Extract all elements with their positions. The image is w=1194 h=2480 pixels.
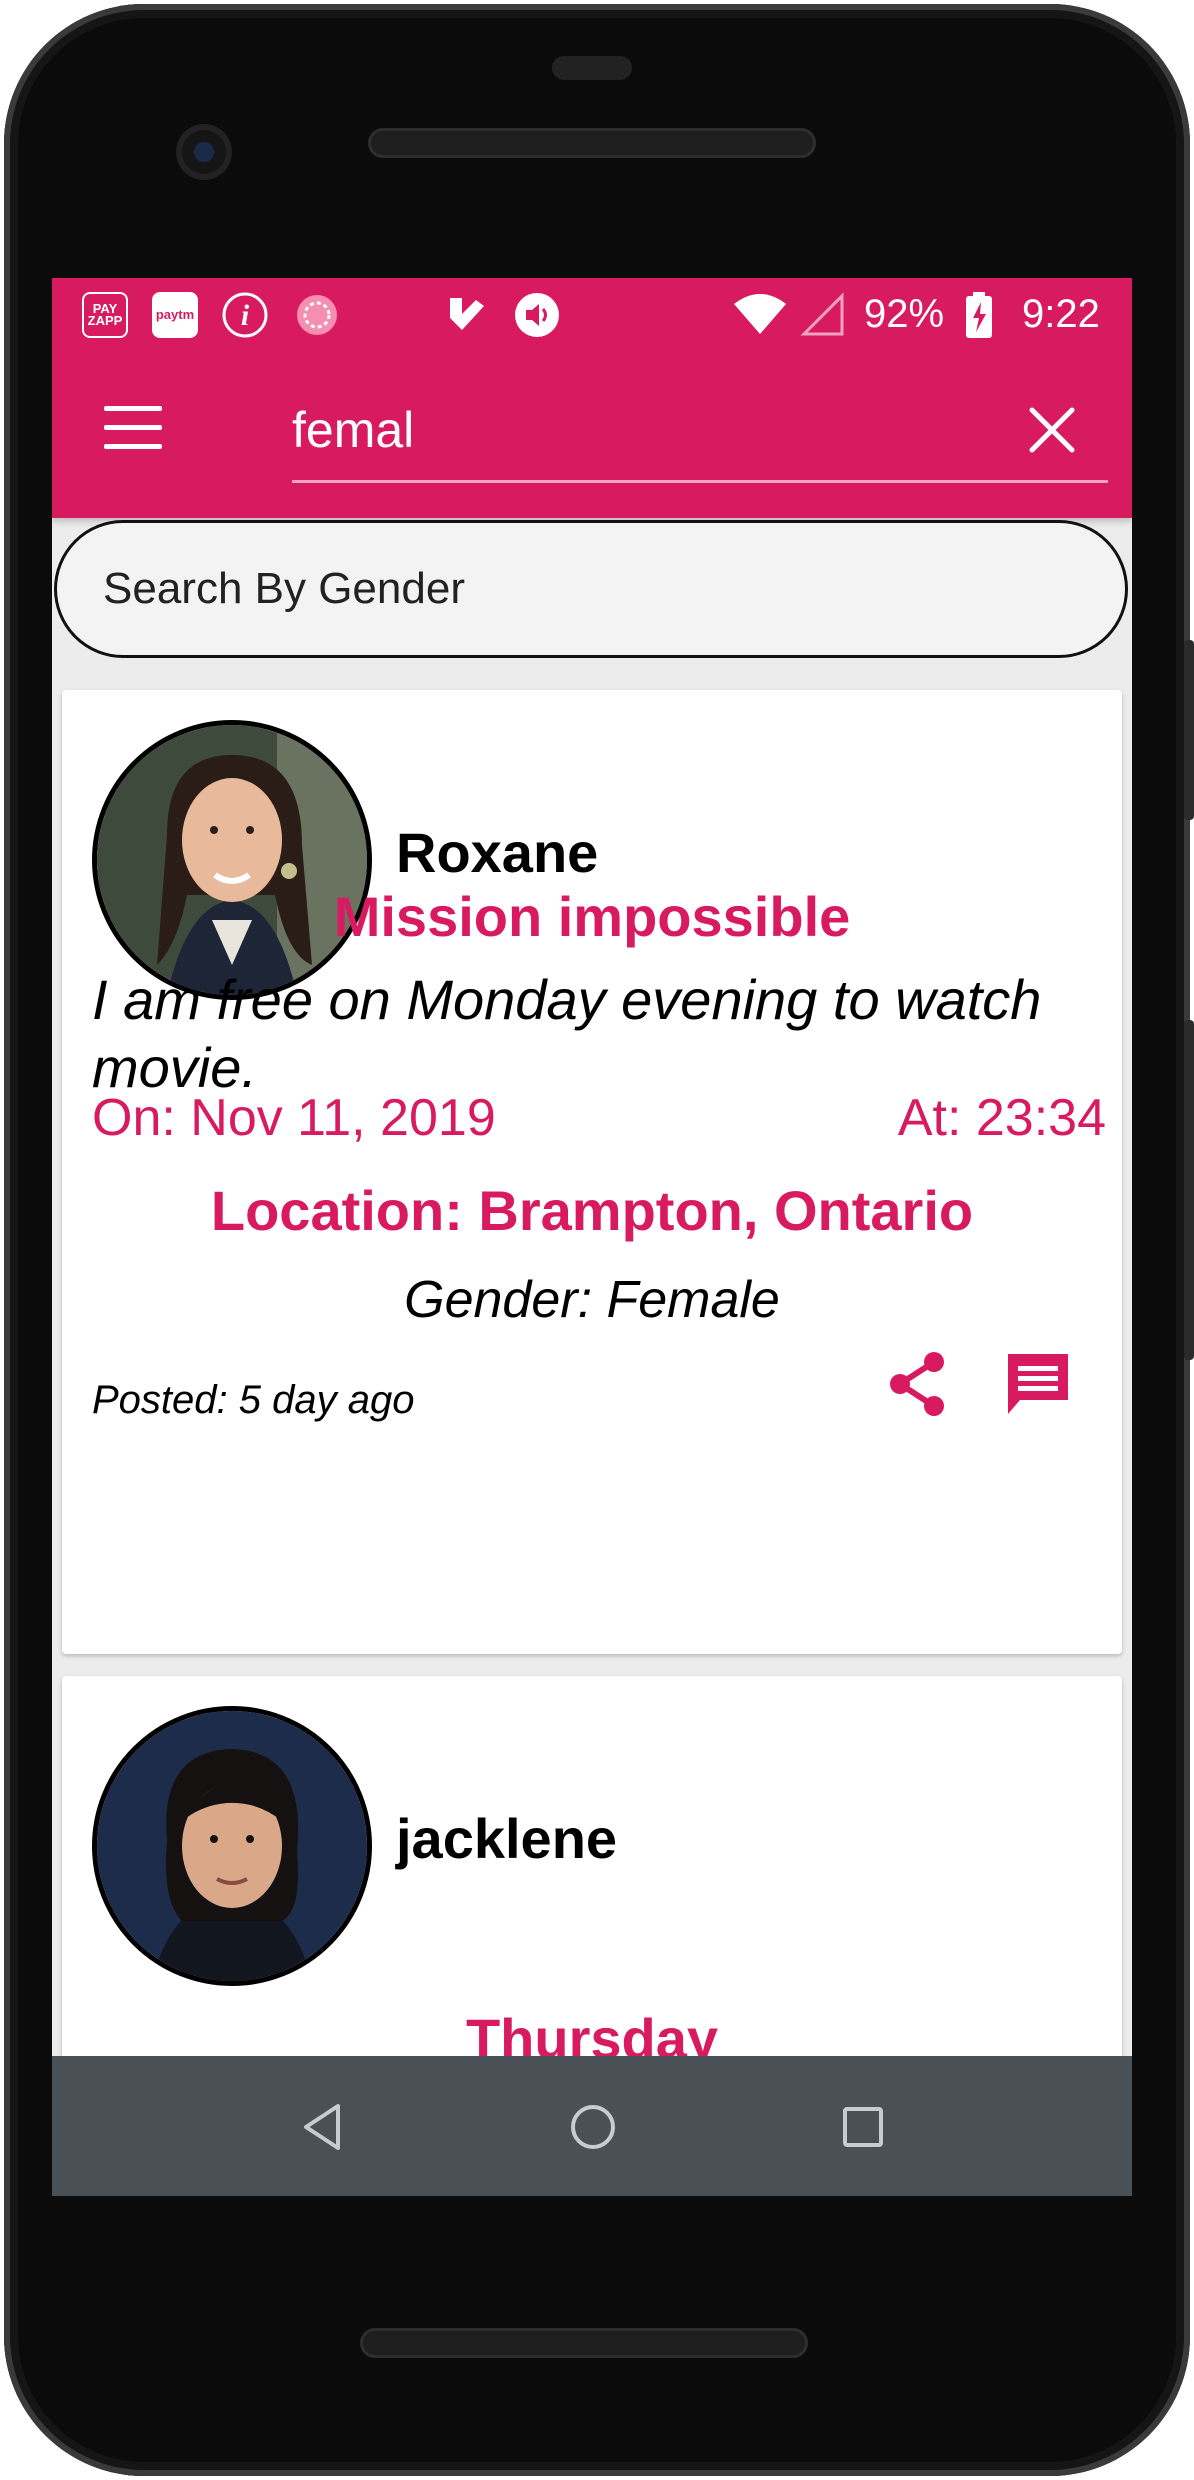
top-speaker: [368, 128, 816, 158]
post-time: At: 23:34: [897, 1089, 1106, 1147]
share-icon[interactable]: [882, 1348, 954, 1420]
user-name[interactable]: jacklene: [396, 1806, 617, 1871]
volume-icon: [515, 293, 559, 337]
volume-button: [1184, 1020, 1194, 1360]
search-by-gender-field[interactable]: Search By Gender: [54, 520, 1128, 658]
post-location: Location: Brampton, Ontario: [210, 1179, 974, 1242]
front-camera: [176, 124, 232, 180]
bottom-speaker: [360, 2328, 808, 2358]
home-circle-icon[interactable]: [558, 2092, 628, 2162]
paytm-icon: paytm: [152, 292, 198, 338]
app-toolbar: femal: [52, 350, 1132, 518]
clock: 9:22: [1022, 292, 1100, 336]
cell-signal-icon: [800, 292, 844, 336]
post-title: Mission impossible: [333, 885, 851, 948]
imobile-icon: i: [222, 292, 268, 338]
message-icon[interactable]: [1002, 1348, 1074, 1420]
battery-charging-icon: [966, 292, 992, 338]
avatar[interactable]: [92, 720, 372, 1000]
hamburger-menu-icon[interactable]: [104, 406, 164, 456]
close-icon[interactable]: [1022, 400, 1082, 460]
power-button: [1184, 640, 1194, 820]
vote-check-icon: [450, 298, 484, 330]
earpiece: [552, 56, 632, 80]
payzapp-icon: PAY ZAPP: [82, 292, 128, 338]
posted-time: Posted: 5 day ago: [92, 1378, 415, 1422]
wifi-icon: [734, 294, 786, 334]
back-triangle-icon[interactable]: [288, 2092, 358, 2162]
svg-text:i: i: [241, 299, 250, 332]
system-nav-bar: [52, 2056, 1132, 2196]
post-card[interactable]: Roxane Mission impossible I am free on M…: [62, 690, 1122, 1654]
post-date: On: Nov 11, 2019: [92, 1089, 496, 1147]
recents-square-icon[interactable]: [828, 2092, 898, 2162]
avatar[interactable]: [92, 1706, 372, 1986]
user-name[interactable]: Roxane: [396, 820, 598, 885]
sync-app-icon: [297, 295, 337, 335]
search-underline: [292, 480, 1108, 483]
search-input[interactable]: femal: [292, 390, 1052, 470]
screen: PAY ZAPP paytm i 92% 9:22 femal Search B…: [52, 278, 1132, 2196]
post-description: I am free on Monday evening to watch mov…: [92, 968, 1042, 1099]
status-bar: PAY ZAPP paytm i 92% 9:22: [52, 278, 1132, 350]
battery-percent: 92%: [864, 292, 945, 336]
phone-frame: PAY ZAPP paytm i 92% 9:22 femal Search B…: [0, 0, 1194, 2480]
post-gender: Gender: Female: [404, 1271, 780, 1329]
